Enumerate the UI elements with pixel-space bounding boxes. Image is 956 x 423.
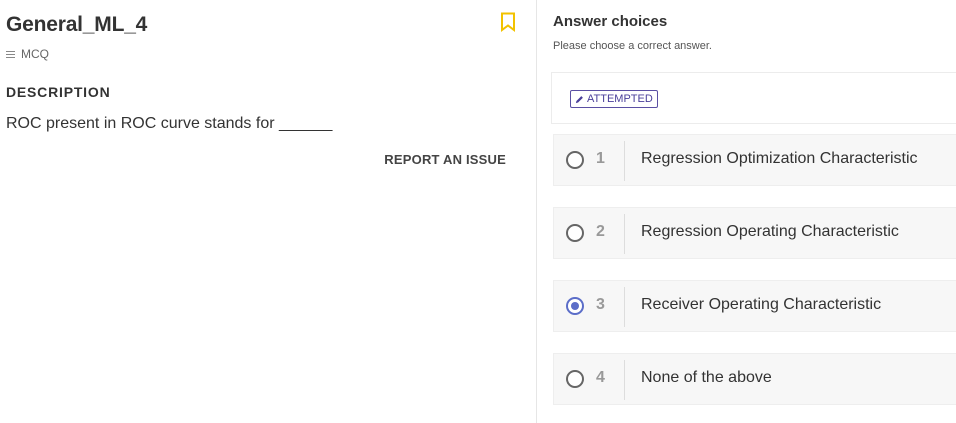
option-number: 4 <box>596 369 605 386</box>
option-label: Regression Optimization Characteristic <box>641 150 918 167</box>
radio-button[interactable] <box>566 224 584 242</box>
question-pane: General_ML_4 MCQ DESCRIPTION ROC present… <box>0 0 536 423</box>
option-number: 1 <box>596 150 605 167</box>
status-badge-label: ATTEMPTED <box>587 93 653 105</box>
answer-option-4[interactable]: 4 None of the above <box>553 353 956 405</box>
option-divider <box>624 141 625 181</box>
option-divider <box>624 287 625 327</box>
radio-button[interactable] <box>566 151 584 169</box>
radio-button[interactable] <box>566 370 584 388</box>
answer-option-1[interactable]: 1 Regression Optimization Characteristic <box>553 134 956 186</box>
option-divider <box>624 360 625 400</box>
question-title: General_ML_4 <box>6 13 148 36</box>
lines-icon <box>6 50 15 58</box>
option-divider <box>624 214 625 254</box>
option-label: Receiver Operating Characteristic <box>641 296 882 313</box>
pencil-icon <box>575 95 583 103</box>
option-number: 3 <box>596 296 605 313</box>
answer-choices-heading: Answer choices <box>553 13 668 30</box>
question-type-label: MCQ <box>21 47 49 61</box>
radio-button-selected[interactable] <box>566 297 584 315</box>
option-number: 2 <box>596 223 605 240</box>
bookmark-icon[interactable] <box>500 12 516 32</box>
option-label: Regression Operating Characteristic <box>641 223 899 240</box>
status-badge: ATTEMPTED <box>570 90 658 108</box>
description-text: ROC present in ROC curve stands for ____… <box>6 115 333 132</box>
status-card: ATTEMPTED <box>551 72 956 124</box>
report-issue-link[interactable]: REPORT AN ISSUE <box>384 152 506 167</box>
answer-option-2[interactable]: 2 Regression Operating Characteristic <box>553 207 956 259</box>
description-heading: DESCRIPTION <box>6 84 111 100</box>
answer-option-3[interactable]: 3 Receiver Operating Characteristic <box>553 280 956 332</box>
option-label: None of the above <box>641 369 772 386</box>
answer-choices-subheading: Please choose a correct answer. <box>553 40 712 52</box>
answer-pane: Answer choices Please choose a correct a… <box>537 0 956 423</box>
question-type: MCQ <box>6 47 49 61</box>
